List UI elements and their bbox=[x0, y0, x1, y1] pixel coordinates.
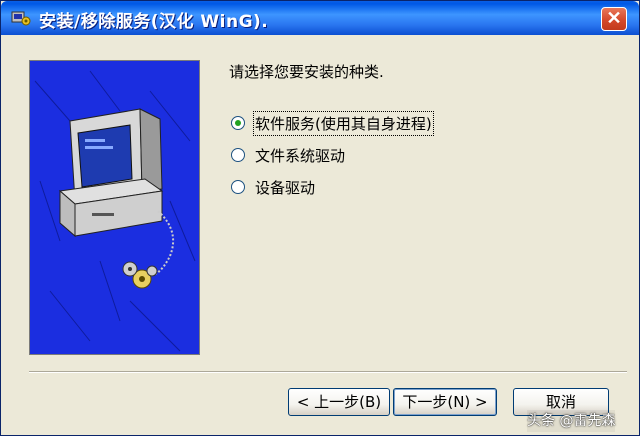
dialog-window: 安装/移除服务(汉化 WinG). ✕ 请选择您要安装的种类. 软件服务(使用其… bbox=[0, 0, 640, 436]
option-device-driver[interactable]: 设备驱动 bbox=[231, 176, 315, 198]
radio-button-checked[interactable] bbox=[231, 116, 245, 130]
next-button[interactable]: 下一步(N) > bbox=[393, 388, 497, 416]
option-file-system-driver[interactable]: 文件系统驱动 bbox=[231, 144, 345, 166]
option-label: 文件系统驱动 bbox=[255, 146, 346, 165]
computer-with-gears-illustration bbox=[29, 60, 200, 355]
option-label: 设备驱动 bbox=[255, 178, 316, 197]
app-gear-icon bbox=[11, 9, 31, 27]
window-title: 安装/移除服务(汉化 WinG). bbox=[39, 12, 269, 32]
separator bbox=[29, 371, 627, 373]
back-button[interactable]: < 上一步(B) bbox=[288, 388, 390, 416]
radio-button[interactable] bbox=[231, 180, 245, 194]
radio-button[interactable] bbox=[231, 148, 245, 162]
option-label: 软件服务(使用其自身进程) bbox=[253, 110, 434, 136]
title-bar[interactable]: 安装/移除服务(汉化 WinG). ✕ bbox=[1, 1, 639, 35]
close-button[interactable]: ✕ bbox=[601, 7, 627, 31]
watermark: 头条 @雷先森 bbox=[527, 410, 616, 432]
prompt-text: 请选择您要安装的种类. bbox=[229, 63, 384, 81]
option-software-service[interactable]: 软件服务(使用其自身进程) bbox=[231, 110, 434, 136]
close-icon: ✕ bbox=[606, 8, 622, 28]
